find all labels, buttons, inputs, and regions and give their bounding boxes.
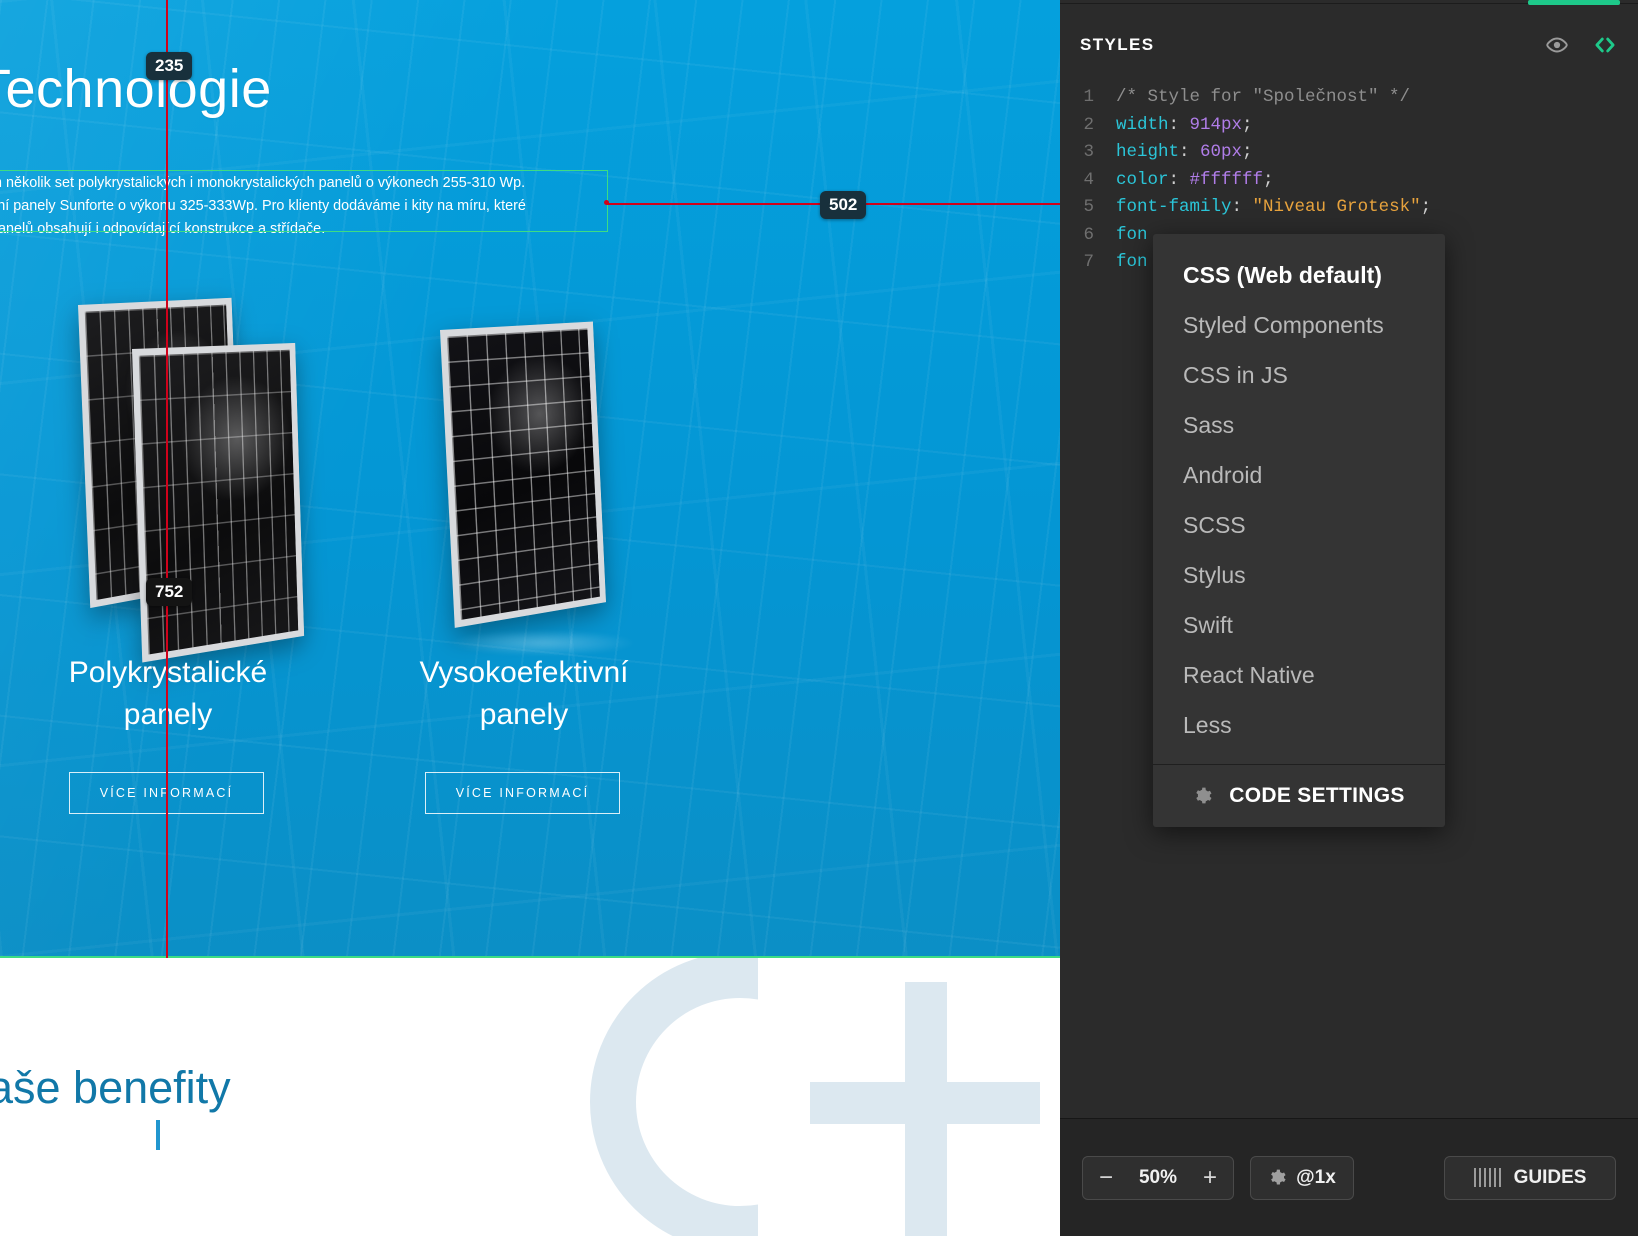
code-line: 4 color: #ffffff; [1060,167,1638,195]
code-line-text: width: 914px; [1116,112,1253,140]
code-line-text: height: 60px; [1116,139,1253,167]
code-line-number: 3 [1060,139,1116,167]
section-divider [0,956,1060,958]
bottom-toolbar: − 50% + @1x GUIDES [1060,1118,1638,1236]
code-line-text: fon [1116,249,1148,277]
eye-icon[interactable] [1544,32,1570,58]
code-line-number: 2 [1060,112,1116,140]
screen-root: Technologie m několik set polykrystalick… [0,0,1638,1236]
code-line-text: color: #ffffff; [1116,167,1274,195]
code-brackets-icon[interactable] [1592,32,1618,58]
gear-icon [1268,1168,1287,1187]
measure-badge-top: 235 [146,52,192,80]
code-line-text: font-family: "Niveau Grotesk"; [1116,194,1431,222]
styles-title: STYLES [1080,35,1155,55]
measure-anchor-dot [604,200,609,205]
zoom-level-label: 50% [1139,1167,1177,1189]
dropdown-option-5[interactable]: SCSS [1153,500,1445,550]
card-title-mono: Vysokoefektivní panely [380,652,668,736]
selection-outline[interactable] [0,170,608,232]
scale-settings-button[interactable]: @1x [1250,1156,1354,1200]
benefits-title-underline [156,1120,160,1150]
code-format-dropdown-menu[interactable]: CSS (Web default) Styled Components CSS in… [1153,234,1445,827]
dropdown-option-2[interactable]: CSS in JS [1153,350,1445,400]
benefits-title: laše benefity [0,1062,231,1114]
code-line-text: /* Style for "Společnost" */ [1116,84,1410,112]
code-settings-label: CODE SETTINGS [1229,784,1404,808]
hero-section: Technologie m několik set polykrystalick… [0,0,1060,958]
panel-accent-bar [1528,0,1620,5]
dropdown-option-6[interactable]: Stylus [1153,550,1445,600]
solar-panel-front [132,343,304,663]
panel-gloss [447,328,600,619]
measure-guide-vertical [166,0,168,958]
solar-panel-front [440,322,606,628]
guides-button[interactable]: GUIDES [1444,1156,1616,1200]
gear-icon [1193,786,1213,806]
dropdown-option-8[interactable]: React Native [1153,650,1445,700]
code-settings-menu-item[interactable]: CODE SETTINGS [1153,765,1445,827]
dropdown-option-1[interactable]: Styled Components [1153,300,1445,350]
plus-horizontal-bar [810,1082,1040,1124]
card-title-poly: Polykrystalické panely [24,652,312,736]
solar-panel-group-mono[interactable] [440,330,670,650]
more-info-button-mono[interactable]: VÍCE INFORMACÍ [425,772,620,814]
measure-badge-left: 752 [146,578,192,606]
code-line: 3 height: 60px; [1060,139,1638,167]
code-line-number: 7 [1060,249,1116,277]
dropdown-options-list[interactable]: CSS (Web default) Styled Components CSS in… [1153,250,1445,750]
dropdown-option-7[interactable]: Swift [1153,600,1445,650]
panel-gloss [139,350,298,655]
zoom-out-button[interactable]: − [1099,1164,1113,1192]
code-line-number: 5 [1060,194,1116,222]
dropdown-option-3[interactable]: Sass [1153,400,1445,450]
watermark-plus-icon [620,982,1040,1236]
scale-label: @1x [1296,1167,1336,1189]
hero-title: Technologie [0,58,272,120]
code-line: 2 width: 914px; [1060,112,1638,140]
guides-icon [1474,1168,1501,1187]
measure-badge-right: 502 [820,191,866,219]
code-line: 1/* Style for "Společnost" */ [1060,84,1638,112]
zoom-in-button[interactable]: + [1203,1164,1217,1192]
design-canvas[interactable]: Technologie m několik set polykrystalick… [0,0,1060,1236]
solar-panel-group-poly[interactable] [70,305,330,645]
zoom-control[interactable]: − 50% + [1082,1156,1234,1200]
dropdown-option-4[interactable]: Android [1153,450,1445,500]
code-line-number: 1 [1060,84,1116,112]
styles-section-header: STYLES [1060,22,1638,68]
guides-label: GUIDES [1514,1167,1587,1189]
code-line-number: 4 [1060,167,1116,195]
code-line-text: fon [1116,222,1148,250]
dropdown-option-0[interactable]: CSS (Web default) [1153,250,1445,300]
dropdown-option-9[interactable]: Less [1153,700,1445,750]
code-line-number: 6 [1060,222,1116,250]
code-line: 5 font-family: "Niveau Grotesk"; [1060,194,1638,222]
